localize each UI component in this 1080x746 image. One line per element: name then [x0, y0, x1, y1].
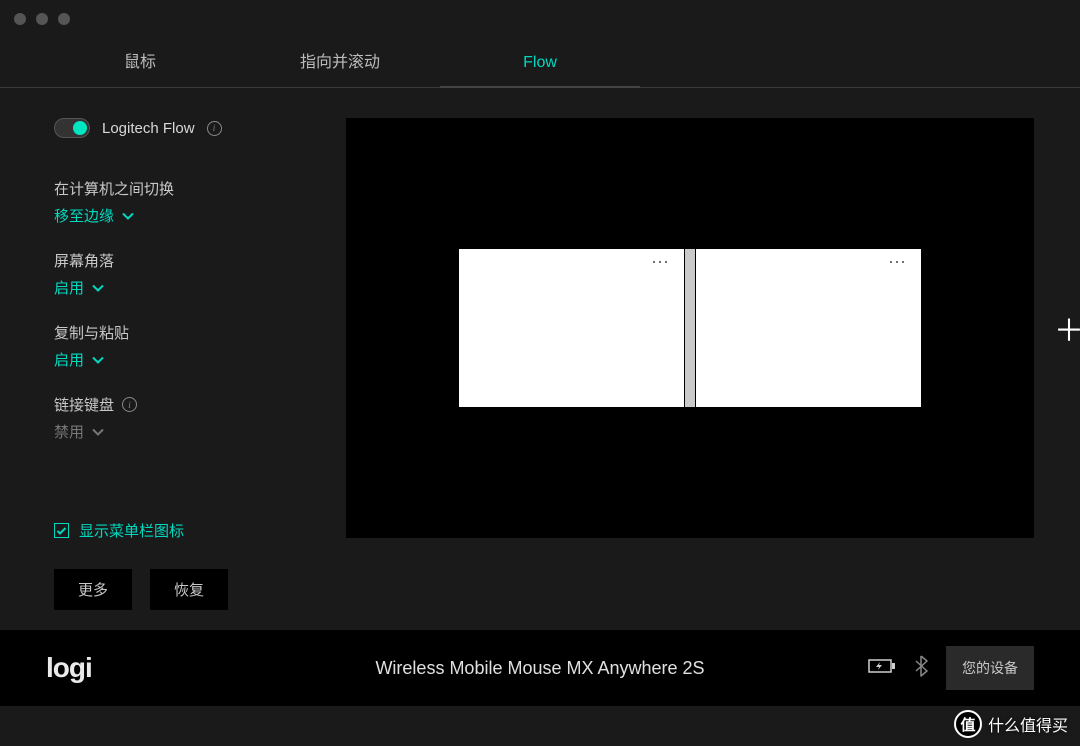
monitor-1[interactable]: ⋯	[459, 249, 684, 407]
minimize-window-button[interactable]	[36, 13, 48, 25]
setting-title-label: 链接键盘	[54, 394, 114, 415]
footer-right: 您的设备	[868, 646, 1034, 690]
tab-flow[interactable]: Flow	[440, 38, 640, 88]
main-area: Logitech Flow i 在计算机之间切换 移至边缘 屏幕角落 启用 复制…	[0, 88, 1080, 630]
setting-value-label: 禁用	[54, 421, 84, 442]
setting-value-label: 移至边缘	[54, 205, 114, 226]
monitor-menu-icon[interactable]: ⋯	[651, 259, 670, 265]
monitor-2[interactable]: ⋯	[696, 249, 921, 407]
close-window-button[interactable]	[14, 13, 26, 25]
setting-title: 在计算机之间切换	[54, 178, 346, 199]
chevron-down-icon	[122, 212, 134, 220]
show-menubar-icon-checkbox[interactable]: 显示菜单栏图标	[54, 520, 346, 541]
setting-value-label: 启用	[54, 277, 84, 298]
device-name: Wireless Mobile Mouse MX Anywhere 2S	[375, 658, 704, 679]
monitors-group: ⋯ ⋯	[459, 249, 921, 407]
flow-canvas-area: ⋯ ⋯ ＋	[346, 88, 1080, 630]
add-computer-button[interactable]: ＋	[1054, 306, 1080, 350]
setting-value-dropdown[interactable]: 移至边缘	[54, 205, 346, 226]
battery-icon	[868, 658, 896, 679]
setting-value-dropdown[interactable]: 禁用	[54, 421, 346, 442]
zoom-window-button[interactable]	[58, 13, 70, 25]
setting-value-label: 启用	[54, 349, 84, 370]
more-button[interactable]: 更多	[54, 569, 132, 610]
tab-mouse[interactable]: 鼠标	[40, 38, 240, 88]
monitor-divider[interactable]	[685, 249, 695, 407]
setting-screen-corners: 屏幕角落 启用	[54, 250, 346, 298]
info-icon[interactable]: i	[207, 121, 222, 136]
your-device-button[interactable]: 您的设备	[946, 646, 1034, 690]
chevron-down-icon	[92, 284, 104, 292]
restore-button[interactable]: 恢复	[150, 569, 228, 610]
setting-copy-paste: 复制与粘贴 启用	[54, 322, 346, 370]
flow-canvas: ⋯ ⋯ ＋	[346, 118, 1034, 538]
setting-title: 屏幕角落	[54, 250, 346, 271]
monitor-menu-icon[interactable]: ⋯	[888, 259, 907, 265]
flow-toggle[interactable]	[54, 118, 90, 138]
info-icon[interactable]: i	[122, 397, 137, 412]
watermark-text: 什么值得买	[988, 712, 1068, 736]
logi-logo: logi	[46, 652, 92, 684]
settings-sidebar: Logitech Flow i 在计算机之间切换 移至边缘 屏幕角落 启用 复制…	[0, 88, 346, 630]
flow-toggle-label: Logitech Flow	[102, 120, 195, 137]
setting-value-dropdown[interactable]: 启用	[54, 349, 346, 370]
setting-title: 链接键盘 i	[54, 394, 346, 415]
flow-toggle-row: Logitech Flow i	[54, 118, 346, 138]
footer-bar: logi Wireless Mobile Mouse MX Anywhere 2…	[0, 630, 1080, 706]
setting-switch-computers: 在计算机之间切换 移至边缘	[54, 178, 346, 226]
sidebar-buttons: 更多 恢复	[54, 569, 346, 610]
checkbox-icon	[54, 523, 69, 538]
setting-value-dropdown[interactable]: 启用	[54, 277, 346, 298]
checkbox-label: 显示菜单栏图标	[79, 520, 184, 541]
bluetooth-icon	[914, 655, 928, 682]
window-titlebar	[0, 0, 1080, 38]
chevron-down-icon	[92, 356, 104, 364]
setting-link-keyboard: 链接键盘 i 禁用	[54, 394, 346, 442]
setting-title: 复制与粘贴	[54, 322, 346, 343]
tab-bar: 鼠标 指向并滚动 Flow	[0, 38, 1080, 88]
chevron-down-icon	[92, 428, 104, 436]
watermark: 值 什么值得买	[954, 710, 1068, 738]
watermark-badge-icon: 值	[954, 710, 982, 738]
tab-point-scroll[interactable]: 指向并滚动	[240, 38, 440, 88]
